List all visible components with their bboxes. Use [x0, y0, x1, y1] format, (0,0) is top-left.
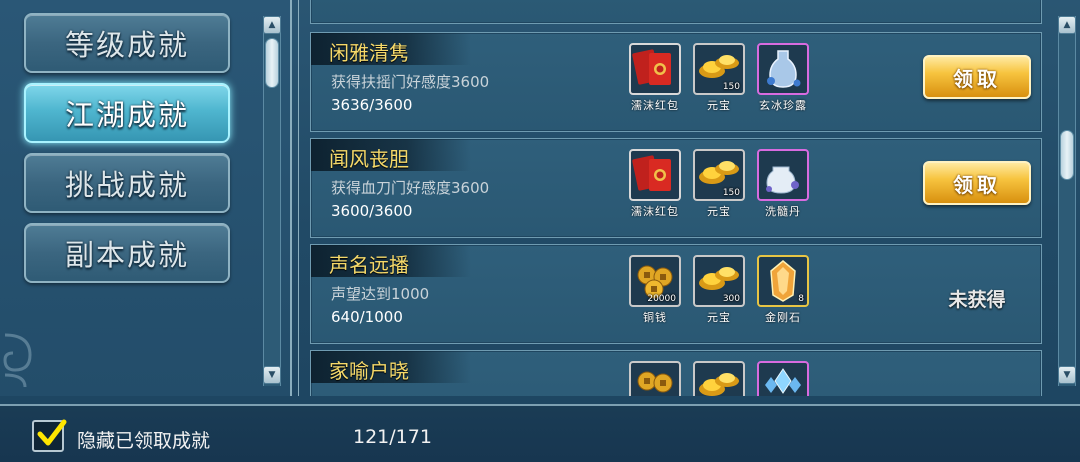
category-scroll-thumb[interactable] [265, 38, 279, 88]
list-scrollbar-track[interactable] [1058, 16, 1076, 386]
hide-claimed-label: 隐藏已领取成就 [77, 430, 211, 452]
achievement-title: 声名远播 [329, 253, 409, 277]
tab-jianghu-achievements[interactable]: 江湖成就 [24, 83, 230, 143]
achievement-progress: 3636/3600 [331, 96, 413, 114]
achievement-card: 家喻户晓 [310, 350, 1042, 396]
reward-name: 元宝 [707, 205, 731, 218]
gold-ingot-icon [693, 361, 745, 396]
pill-jar-icon [757, 149, 809, 201]
reward-slot[interactable]: 300 元宝 [691, 255, 747, 327]
gold-ingot-icon: 150 [693, 149, 745, 201]
reward-slot[interactable]: 玄冰珍露 [755, 43, 811, 115]
panel-divider [290, 0, 292, 396]
achievement-card: 闻风丧胆 获得血刀门好感度3600 3600/3600 濡沫红包 150 元宝 [310, 138, 1042, 238]
footer-bar: 隐藏已领取成就 121/171 [0, 404, 1080, 462]
achievement-title: 闲雅清隽 [329, 41, 409, 65]
reward-slot[interactable]: 150 元宝 [691, 149, 747, 221]
red-envelope-icon [629, 43, 681, 95]
reward-name: 金刚石 [765, 311, 801, 324]
reward-name: 玄冰珍露 [759, 99, 807, 112]
red-envelope-icon [629, 149, 681, 201]
copper-coins-icon: 20000 [629, 255, 681, 307]
copper-coins-icon [629, 361, 681, 396]
achievement-title: 闻风丧胆 [329, 147, 409, 171]
category-scroll-down-button[interactable]: ▼ [263, 366, 281, 384]
gold-ingot-icon: 300 [693, 255, 745, 307]
achievement-description: 声望达到1000 [331, 285, 430, 303]
reward-name: 铜钱 [643, 311, 667, 324]
reward-name: 元宝 [707, 311, 731, 324]
reward-name: 元宝 [707, 99, 731, 112]
reward-slot[interactable]: 20000 铜钱 [627, 255, 683, 327]
crystal-icon [757, 361, 809, 396]
reward-slot[interactable] [755, 361, 811, 396]
achievement-card: 闲雅清隽 获得扶摇门好感度3600 3636/3600 濡沫红包 150 元宝 [310, 32, 1042, 132]
claim-button[interactable]: 领取 [923, 55, 1031, 99]
gold-ingot-icon: 150 [693, 43, 745, 95]
reward-name: 濡沫红包 [631, 205, 679, 218]
reward-slot[interactable]: 150 元宝 [691, 43, 747, 115]
reward-count: 20000 [647, 294, 676, 304]
claim-button[interactable]: 领取 [923, 161, 1031, 205]
achievement-progress: 3600/3600 [331, 202, 413, 220]
reward-slot[interactable]: 濡沫红包 [627, 43, 683, 115]
achievement-progress: 640/1000 [331, 308, 403, 326]
achievement-window: 等级成就 江湖成就 挑战成就 副本成就 ▲ ▼ 闲雅清隽 获得扶摇门好感度360… [0, 0, 1080, 462]
achievement-card-partial [310, 0, 1042, 24]
ice-bottle-icon [757, 43, 809, 95]
category-scroll-up-button[interactable]: ▲ [263, 16, 281, 34]
reward-count: 300 [722, 294, 740, 304]
list-scroll-thumb[interactable] [1060, 130, 1074, 180]
reward-slot[interactable]: 洗髓丹 [755, 149, 811, 221]
list-scroll-up-button[interactable]: ▲ [1058, 16, 1076, 34]
achievement-total-count: 121/171 [353, 426, 432, 448]
reward-slot[interactable] [627, 361, 683, 396]
reward-slot[interactable]: 濡沫红包 [627, 149, 683, 221]
reward-count: 8 [798, 294, 804, 304]
reward-slot[interactable] [691, 361, 747, 396]
achievement-title: 家喻户晓 [329, 359, 409, 383]
reward-count: 150 [722, 188, 740, 198]
achievement-card: 声名远播 声望达到1000 640/1000 20000 铜钱 300 元宝 8… [310, 244, 1042, 344]
achievement-list: 闲雅清隽 获得扶摇门好感度3600 3636/3600 濡沫红包 150 元宝 [300, 0, 1050, 396]
reward-slot[interactable]: 8 金刚石 [755, 255, 811, 327]
reward-name: 洗髓丹 [765, 205, 801, 218]
achievement-description: 获得血刀门好感度3600 [331, 179, 490, 197]
achievement-description: 获得扶摇门好感度3600 [331, 73, 490, 91]
checkmark-icon [37, 419, 67, 446]
cloud-swirl-decoration [3, 333, 32, 388]
reward-count: 150 [722, 82, 740, 92]
category-panel: 等级成就 江湖成就 挑战成就 副本成就 ▲ ▼ [0, 0, 290, 396]
tab-challenge-achievements[interactable]: 挑战成就 [24, 153, 230, 213]
list-scroll-down-button[interactable]: ▼ [1058, 366, 1076, 384]
not-obtained-status: 未获得 [948, 289, 1006, 311]
tab-level-achievements[interactable]: 等级成就 [24, 13, 230, 73]
diamond-stone-icon: 8 [757, 255, 809, 307]
tab-dungeon-achievements[interactable]: 副本成就 [24, 223, 230, 283]
panel-divider-inner [298, 0, 299, 396]
reward-name: 濡沫红包 [631, 99, 679, 112]
hide-claimed-checkbox[interactable] [32, 419, 67, 452]
